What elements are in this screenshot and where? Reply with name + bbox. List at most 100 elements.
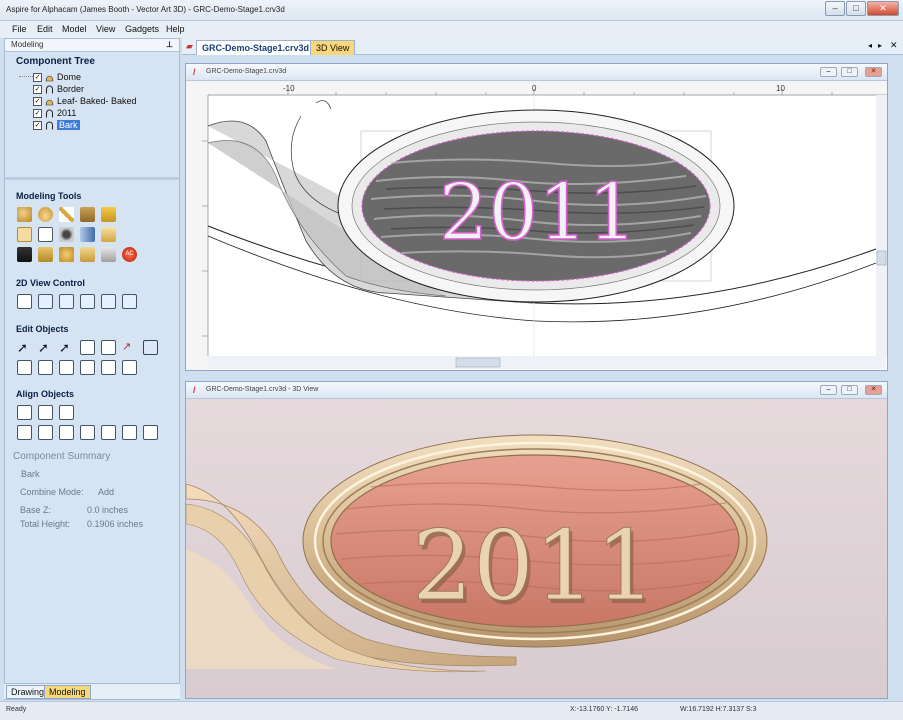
tab-3d-view[interactable]: 3D View — [310, 40, 356, 55]
component-icon — [46, 85, 53, 93]
import-component-icon[interactable] — [101, 207, 116, 222]
tree-item-bark[interactable]: ✓ Bark — [19, 119, 177, 131]
combine-mode-label: Combine Mode: — [20, 487, 84, 497]
maximize-button[interactable]: □ — [846, 1, 866, 16]
extrude-icon[interactable] — [38, 227, 53, 242]
align-page-icon[interactable] — [17, 425, 32, 440]
fit-icon[interactable] — [101, 294, 116, 309]
tab-close-icon[interactable]: ✕ — [890, 40, 898, 51]
create-component-icon[interactable] — [17, 227, 32, 242]
checkbox[interactable]: ✓ — [33, 108, 42, 118]
view-3d-minimize[interactable]: – — [820, 385, 837, 395]
slice-icon[interactable] — [101, 227, 116, 242]
close-button[interactable]: ✕ — [867, 1, 899, 16]
shape-editor-icon[interactable] — [17, 207, 32, 222]
menu-file[interactable]: File — [12, 24, 27, 34]
ungroup-icon[interactable] — [101, 340, 116, 355]
space-h-icon[interactable] — [122, 425, 137, 440]
view-toggle-icon[interactable] — [122, 294, 137, 309]
align-center-icon[interactable] — [17, 405, 32, 420]
space-v-icon[interactable] — [143, 425, 158, 440]
ruler-label: 10 — [776, 84, 785, 93]
group-icon[interactable] — [80, 340, 95, 355]
node-edit-icon[interactable]: ➚ — [38, 340, 53, 355]
view-2d-canvas[interactable]: 2011 -10 0 10 — [186, 81, 887, 370]
smooth-icon[interactable] — [80, 247, 95, 262]
view-3d-window: / GRC-Demo-Stage1.crv3d - 3D View – □ ✕ … — [185, 381, 888, 699]
select-arrow-icon[interactable]: ➚ — [17, 340, 32, 355]
view-3d-close[interactable]: ✕ — [865, 385, 882, 395]
align-vcenter-icon[interactable] — [59, 405, 74, 420]
pin-icon[interactable]: ⊥ — [166, 40, 173, 49]
tree-item-2011[interactable]: ✓ 2011 — [19, 107, 177, 119]
menu-edit[interactable]: Edit — [37, 24, 53, 34]
rotate-icon[interactable] — [17, 360, 32, 375]
measure-icon[interactable]: ↗ — [122, 340, 137, 355]
sculpt-icon[interactable] — [59, 207, 74, 222]
menu-view[interactable]: View — [96, 24, 115, 34]
angel-icon[interactable] — [59, 247, 74, 262]
align-hcenter-icon[interactable] — [38, 405, 53, 420]
align-right-icon[interactable] — [59, 425, 74, 440]
tree-item-dome[interactable]: ✓ Dome — [19, 71, 177, 83]
zoom-in-icon[interactable] — [38, 294, 53, 309]
tree-item-border[interactable]: ✓ Border — [19, 83, 177, 95]
mirror-icon[interactable] — [59, 360, 74, 375]
pan-icon[interactable] — [17, 294, 32, 309]
tab-2d-document[interactable]: GRC-Demo-Stage1.crv3d — [196, 40, 316, 55]
v-scrollbar-thumb[interactable] — [876, 250, 887, 266]
menu-gadgets[interactable]: Gadgets — [125, 24, 159, 34]
ac-icon[interactable]: AC — [122, 247, 137, 262]
tab-modeling[interactable]: Modeling — [44, 685, 91, 699]
align-objects-grid — [17, 405, 167, 443]
align-bottom-icon[interactable] — [101, 425, 116, 440]
ruler-label: -10 — [283, 84, 295, 93]
view-3d-canvas[interactable]: 2011 2011 — [185, 399, 887, 698]
menu-help[interactable]: Help — [166, 24, 185, 34]
tab-scroll-right-icon[interactable]: ▸ — [878, 41, 882, 50]
zoom-box-icon[interactable] — [59, 294, 74, 309]
size-icon[interactable] — [38, 360, 53, 375]
texture-icon[interactable] — [59, 227, 74, 242]
h-scrollbar-thumb[interactable] — [455, 357, 501, 368]
view-2d-header: / GRC-Demo-Stage1.crv3d – □ ✕ — [186, 64, 887, 81]
tab-scroll-left-icon[interactable]: ◂ — [868, 41, 872, 50]
view-2d-maximize[interactable]: □ — [841, 67, 858, 77]
align-objects-title: Align Objects — [16, 389, 75, 399]
view-2d-close[interactable]: ✕ — [865, 67, 882, 77]
minimize-button[interactable]: – — [825, 1, 845, 16]
array-icon[interactable] — [101, 360, 116, 375]
dome-icon — [45, 75, 54, 81]
bake-icon[interactable] — [38, 247, 53, 262]
total-height-value: 0.1906 inches — [87, 519, 144, 529]
view-3d-maximize[interactable]: □ — [841, 385, 858, 395]
base-z-value: 0.0 inches — [87, 505, 129, 515]
edit-objects-grid: ➚ ➚ ➚ ↗ — [17, 340, 167, 378]
doc-icon: ▰ — [186, 41, 193, 51]
transform-icon[interactable]: ➚ — [59, 340, 74, 355]
scale-icon[interactable] — [143, 340, 158, 355]
nest-icon[interactable] — [122, 360, 137, 375]
menu-model[interactable]: Model — [62, 24, 87, 34]
combine-mode-value: Add — [98, 487, 115, 497]
align-left-icon[interactable] — [38, 425, 53, 440]
fade-icon[interactable] — [101, 247, 116, 262]
flip-icon[interactable] — [80, 227, 95, 242]
align-top-icon[interactable] — [80, 425, 95, 440]
checkbox[interactable]: ✓ — [33, 84, 42, 94]
zoom-out-icon[interactable] — [80, 294, 95, 309]
checkbox[interactable]: ✓ — [33, 120, 42, 130]
distort-icon[interactable] — [80, 360, 95, 375]
render-3d: 2011 2011 — [185, 399, 887, 698]
checkbox[interactable]: ✓ — [33, 72, 42, 82]
panel-splitter[interactable] — [5, 177, 179, 180]
tab-drawing[interactable]: Drawing — [6, 685, 50, 699]
component-tree-title: Component Tree — [16, 56, 95, 67]
modeling-tools-grid: AC — [17, 207, 137, 269]
dome-tool-icon[interactable] — [38, 207, 53, 222]
view-2d-minimize[interactable]: – — [820, 67, 837, 77]
key-icon[interactable] — [17, 247, 32, 262]
two-rail-icon[interactable] — [80, 207, 95, 222]
tree-item-leaf[interactable]: ✓ Leaf- Baked- Baked — [19, 95, 177, 107]
checkbox[interactable]: ✓ — [33, 96, 42, 106]
